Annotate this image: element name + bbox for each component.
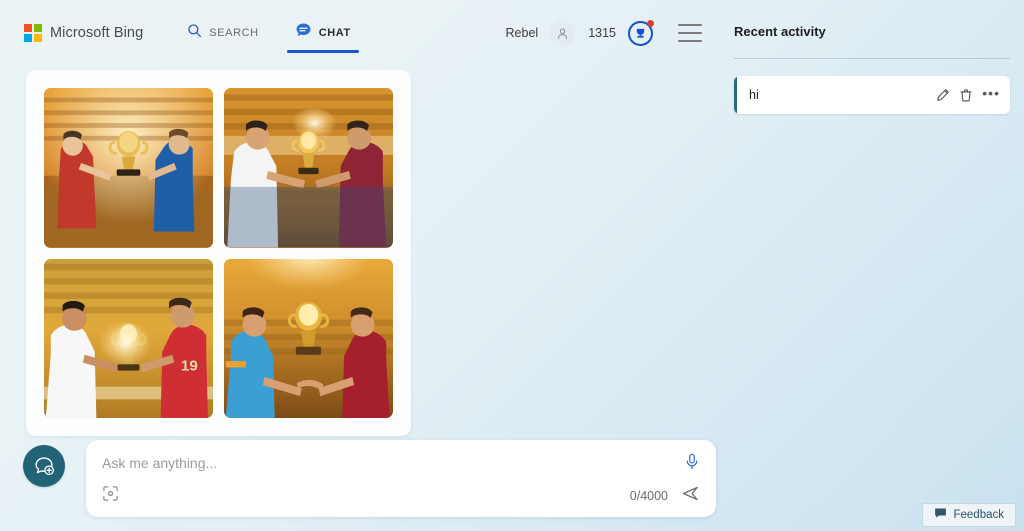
svg-text:19: 19	[181, 359, 198, 375]
composer-box: 0/4000	[86, 440, 716, 517]
header-user-area: Rebel 1315	[506, 13, 702, 53]
feedback-label: Feedback	[953, 509, 1004, 521]
generated-image-1[interactable]	[44, 88, 213, 248]
recent-activity-title: Recent activity	[734, 24, 826, 39]
visual-search-icon[interactable]	[102, 485, 119, 507]
nav-tabs: SEARCH CHAT	[183, 10, 359, 56]
pencil-edit-icon[interactable]	[936, 88, 950, 102]
generated-image-2[interactable]	[224, 88, 393, 248]
more-options-icon[interactable]: •••	[982, 86, 1000, 103]
generated-image-4[interactable]	[224, 258, 393, 418]
char-counter: 0/4000	[629, 489, 668, 503]
hamburger-menu-icon[interactable]	[678, 24, 702, 42]
avatar[interactable]	[549, 20, 576, 46]
feedback-button[interactable]: Feedback	[922, 503, 1016, 527]
tab-search[interactable]: SEARCH	[183, 10, 262, 56]
trash-delete-icon[interactable]	[959, 88, 973, 102]
new-chat-bubble-plus-icon	[35, 457, 54, 476]
composer-row: 0/4000	[0, 440, 716, 526]
tab-chat[interactable]: CHAT	[286, 10, 359, 56]
generated-image-3[interactable]: 19	[44, 258, 213, 418]
tab-active-indicator	[286, 50, 359, 53]
search-icon	[187, 23, 202, 43]
recent-activity-panel: Recent activity hi •••	[712, 0, 1024, 531]
activity-accent-bar	[734, 76, 737, 114]
tab-search-label: SEARCH	[209, 27, 259, 39]
activity-actions: •••	[936, 86, 1000, 103]
microphone-icon[interactable]	[684, 453, 700, 475]
image-grid: 19	[44, 88, 393, 418]
panel-divider	[734, 58, 1010, 59]
rewards-trophy-icon[interactable]	[628, 19, 654, 46]
activity-label: hi	[749, 88, 759, 102]
rewards-points: 1315	[588, 26, 616, 40]
tab-chat-label: CHAT	[318, 27, 351, 39]
composer-toolbar: 0/4000	[102, 484, 700, 508]
send-button[interactable]	[681, 484, 700, 508]
notification-dot	[647, 19, 654, 27]
user-name: Rebel	[505, 26, 539, 40]
new-chat-button[interactable]	[23, 445, 65, 487]
person-icon	[557, 28, 567, 39]
feedback-bubble-icon	[934, 506, 947, 524]
microsoft-logo-icon	[24, 24, 42, 42]
brand-name: Microsoft Bing	[50, 25, 144, 41]
chat-results-area: 19	[0, 66, 716, 436]
chat-bubble-icon	[295, 22, 312, 44]
list-item[interactable]: hi •••	[734, 76, 1010, 114]
image-results-card: 19	[26, 70, 411, 436]
chat-input[interactable]	[102, 452, 684, 474]
brand-logo[interactable]: Microsoft Bing	[24, 18, 143, 48]
composer-input-row	[102, 452, 700, 482]
